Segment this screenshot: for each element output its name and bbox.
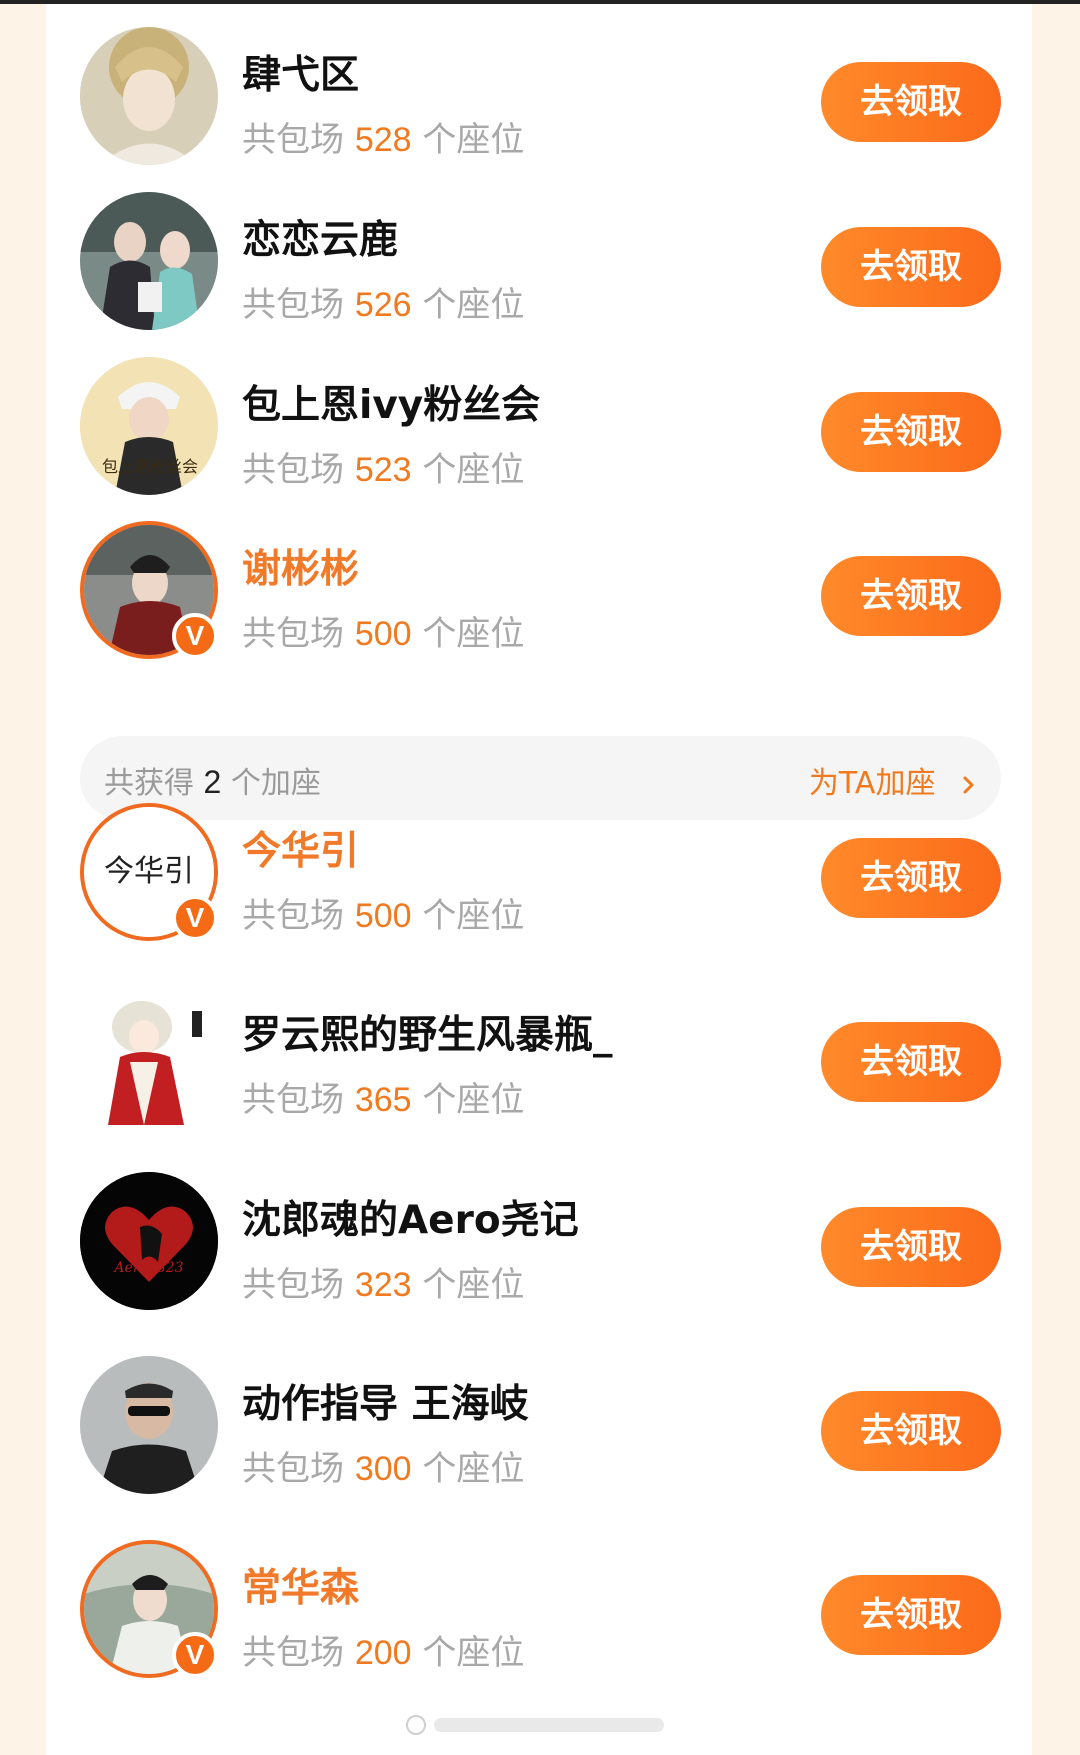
account-name: 肆弋区: [242, 53, 360, 98]
seat-number: 300: [354, 1450, 412, 1488]
avatar[interactable]: [80, 192, 218, 330]
verified-badge-icon: V: [172, 895, 218, 941]
verified-badge-icon: V: [172, 613, 218, 659]
claim-button[interactable]: 去领取: [821, 62, 1001, 142]
list-item[interactable]: 恋恋云鹿 共包场 526 个座位 去领取: [46, 169, 1032, 353]
account-name: 罗云熙的野生风暴瓶_: [242, 1013, 613, 1058]
seat-count: 共包场 300 个座位: [242, 1449, 525, 1489]
watermark: [406, 1715, 664, 1735]
claim-button[interactable]: 去领取: [821, 838, 1001, 918]
list-item[interactable]: 今华引 V 今华引 共包场 500 个座位 去领取: [46, 780, 1032, 964]
seat-number: 528: [354, 121, 412, 159]
list-item[interactable]: 包上恩粉丝会 包上恩ivy粉丝会 共包场 523 个座位 去领取: [46, 334, 1032, 518]
seat-count: 共包场 523 个座位: [242, 450, 525, 490]
seat-count: 共包场 365 个座位: [242, 1080, 525, 1120]
account-name: 常华森: [242, 1566, 360, 1611]
seat-number: 500: [354, 615, 412, 653]
seat-number: 200: [354, 1634, 412, 1672]
seat-count: 共包场 500 个座位: [242, 896, 525, 936]
list-item[interactable]: V 谢彬彬 共包场 500 个座位 去领取: [46, 498, 1032, 682]
claim-button[interactable]: 去领取: [821, 1391, 1001, 1471]
claim-button[interactable]: 去领取: [821, 556, 1001, 636]
claim-button[interactable]: 去领取: [821, 392, 1001, 472]
seat-number: 526: [354, 286, 412, 324]
list-item[interactable]: 罗云熙的野生风暴瓶_ 共包场 365 个座位 去领取: [46, 964, 1032, 1148]
claim-button[interactable]: 去领取: [821, 227, 1001, 307]
claim-button[interactable]: 去领取: [821, 1575, 1001, 1655]
seat-number: 323: [354, 1266, 412, 1304]
account-name: 谢彬彬: [242, 547, 360, 592]
avatar-lettering: 今华引: [104, 854, 194, 889]
account-name: 动作指导 王海岐: [242, 1382, 529, 1427]
avatar-lettering: Aero0323: [112, 1260, 183, 1276]
claim-button[interactable]: 去领取: [821, 1022, 1001, 1102]
avatar[interactable]: [80, 1356, 218, 1494]
avatar-lettering: 包上恩粉丝会: [102, 457, 198, 476]
seat-number: 523: [354, 451, 412, 489]
account-name: 今华引: [242, 829, 360, 874]
seat-count: 共包场 200 个座位: [242, 1633, 525, 1673]
avatar[interactable]: [80, 987, 218, 1125]
account-name: 包上恩ivy粉丝会: [242, 383, 541, 428]
seat-count: 共包场 528 个座位: [242, 120, 525, 160]
list-item[interactable]: Aero0323 沈郎魂的Aero尧记 共包场 323 个座位 去领取: [46, 1149, 1032, 1333]
account-name: 恋恋云鹿: [242, 218, 399, 263]
list-item[interactable]: V 常华森 共包场 200 个座位 去领取: [46, 1517, 1032, 1701]
seat-count: 共包场 500 个座位: [242, 614, 525, 654]
verified-badge-icon: V: [172, 1632, 218, 1678]
seat-count: 共包场 323 个座位: [242, 1265, 525, 1305]
avatar[interactable]: [80, 27, 218, 165]
seat-number: 365: [354, 1081, 412, 1119]
seat-number: 500: [354, 897, 412, 935]
list-item[interactable]: 动作指导 王海岐 共包场 300 个座位 去领取: [46, 1333, 1032, 1517]
avatar[interactable]: Aero0323: [80, 1172, 218, 1310]
account-name: 沈郎魂的Aero尧记: [242, 1198, 579, 1243]
bag-seat-list-panel: 肆弋区 共包场 528 个座位 去领取 恋恋云鹿 共包场 526 个座位 去领取: [46, 4, 1032, 1755]
avatar[interactable]: 包上恩粉丝会: [80, 357, 218, 495]
claim-button[interactable]: 去领取: [821, 1207, 1001, 1287]
list-item[interactable]: 肆弋区 共包场 528 个座位 去领取: [46, 4, 1032, 188]
seat-count: 共包场 526 个座位: [242, 285, 525, 325]
